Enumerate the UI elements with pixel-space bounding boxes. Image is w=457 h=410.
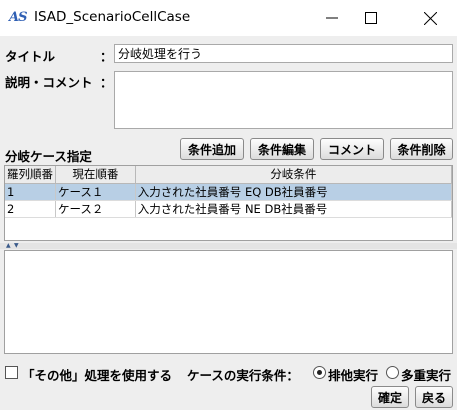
cell-current: ケース１ <box>55 183 136 201</box>
table-header-row: 羅列順番 現在順番 分岐条件 <box>5 166 452 184</box>
table-row[interactable]: 1 ケース１ 入力された社員番号 EQ DB社員番号 <box>5 183 452 201</box>
title-colon: ： <box>100 49 113 64</box>
maximize-button[interactable] <box>348 0 394 36</box>
minimize-icon <box>326 17 338 19</box>
delete-condition-button[interactable]: 条件削除 <box>390 138 453 160</box>
splitter-down-arrow-icon[interactable]: ▼ <box>14 243 19 249</box>
cell-condition: 入力された社員番号 NE DB社員番号 <box>135 200 452 218</box>
exclusive-radio-label[interactable]: 排他実行 <box>328 365 378 384</box>
cell-order: 1 <box>5 183 56 201</box>
close-icon <box>423 11 437 25</box>
add-condition-button[interactable]: 条件追加 <box>180 138 244 160</box>
column-header-order[interactable]: 羅列順番 <box>5 166 56 184</box>
window-title: ISAD_ScenarioCellCase <box>34 9 191 25</box>
maximize-icon <box>365 12 377 24</box>
column-header-current[interactable]: 現在順番 <box>55 166 136 184</box>
exclusive-radio[interactable] <box>313 366 326 379</box>
table-row[interactable]: 2 ケース２ 入力された社員番号 NE DB社員番号 <box>5 200 452 218</box>
title-label: タイトル <box>5 49 56 64</box>
dialog-body: タイトル ： 説明・コメント ： 分岐ケース指定 条件追加 条件編集 コメント … <box>0 36 457 410</box>
multiple-radio-label[interactable]: 多重実行 <box>401 365 451 384</box>
title-input[interactable] <box>114 44 453 63</box>
use-other-label[interactable]: 「その他」処理を使用する <box>22 365 172 384</box>
exec-condition-label: ケースの実行条件： <box>187 368 299 383</box>
splitter-bar[interactable]: ▲ ▼ <box>0 243 457 249</box>
description-label: 説明・コメント <box>5 75 93 90</box>
edit-condition-button[interactable]: 条件編集 <box>250 138 314 160</box>
multiple-radio[interactable] <box>386 366 399 379</box>
comment-button[interactable]: コメント <box>320 138 384 160</box>
splitter-up-arrow-icon[interactable]: ▲ <box>6 243 11 249</box>
cell-condition: 入力された社員番号 EQ DB社員番号 <box>135 183 452 201</box>
cell-current: ケース２ <box>55 200 136 218</box>
radio-selected-dot <box>317 370 322 375</box>
app-icon: AS <box>9 10 27 25</box>
back-button[interactable]: 戻る <box>415 386 453 408</box>
case-section-label: 分岐ケース指定 <box>5 149 92 164</box>
close-button[interactable] <box>407 0 453 36</box>
cell-order: 2 <box>5 200 56 218</box>
confirm-button[interactable]: 確定 <box>371 386 409 408</box>
title-bar: AS ISAD_ScenarioCellCase <box>0 0 457 36</box>
case-table: 羅列順番 現在順番 分岐条件 1 ケース１ 入力された社員番号 EQ DB社員番… <box>4 165 453 241</box>
description-textarea[interactable] <box>114 71 453 129</box>
column-header-condition[interactable]: 分岐条件 <box>135 166 452 184</box>
description-colon: ： <box>100 75 113 90</box>
case-detail-area[interactable] <box>4 250 453 354</box>
use-other-checkbox[interactable] <box>5 366 18 379</box>
